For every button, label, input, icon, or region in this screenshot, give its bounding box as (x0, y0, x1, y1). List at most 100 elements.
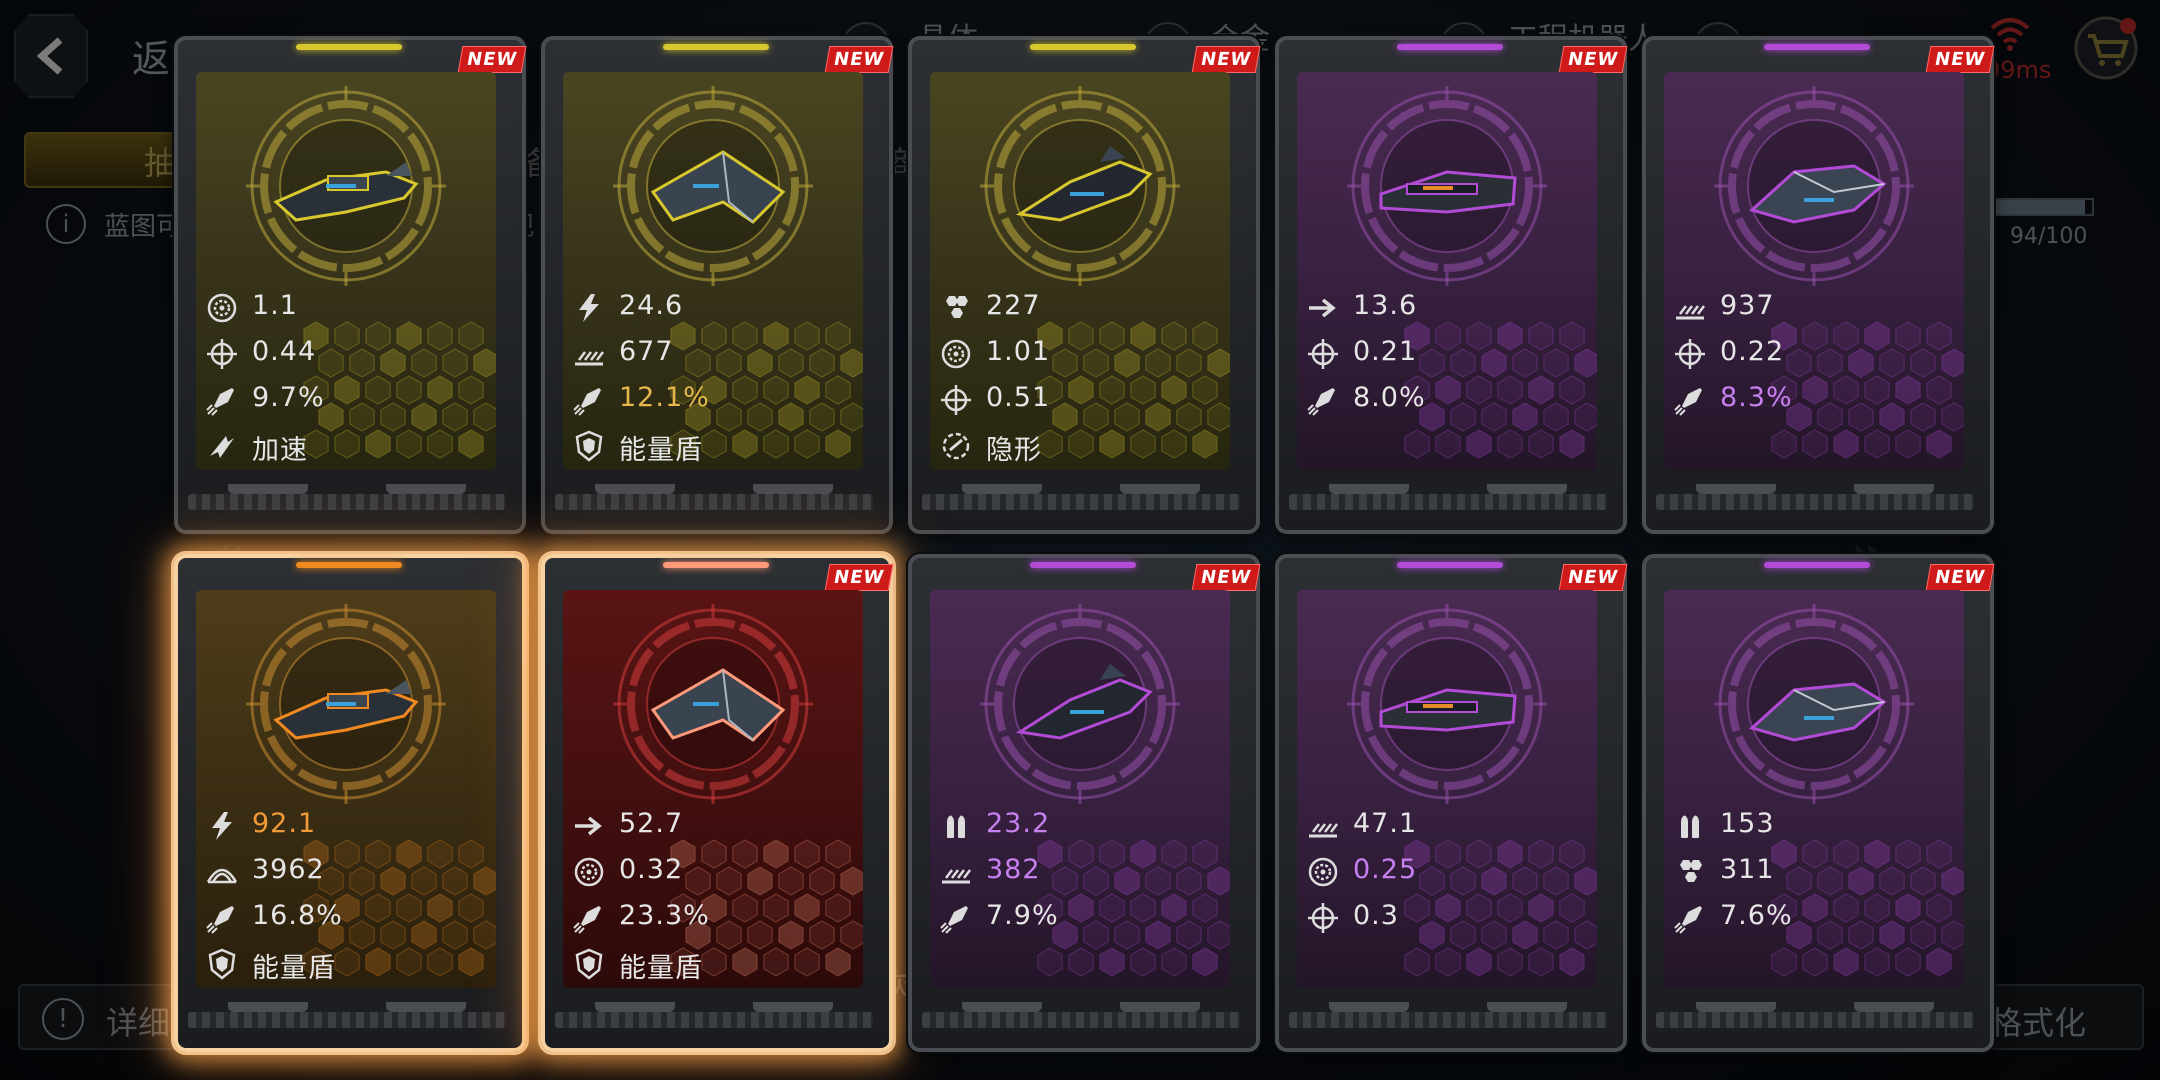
stat-value: 0.51 (986, 382, 1051, 413)
card-panel: 92.1 3962 16.8% 能量盾 (196, 590, 496, 988)
stat-value: 0.32 (619, 854, 684, 885)
stat-row: 9.7% (206, 378, 496, 424)
stat-row: 23.2 (940, 804, 1230, 850)
new-badge: NEW (1191, 564, 1261, 591)
ammo-icon (1674, 810, 1706, 842)
stat-value: 937 (1720, 290, 1775, 321)
card-panel: 24.6 677 12.1% 能量盾 (563, 72, 863, 470)
ship-icon (1748, 682, 1887, 742)
rarity-accent (1397, 44, 1503, 50)
stat-value: 0.22 (1720, 336, 1785, 367)
reward-card[interactable]: NEW 153 311 7.6% (1642, 554, 1995, 1052)
stat-row: 能量盾 (573, 424, 863, 470)
hex-cluster-icon (940, 292, 972, 324)
rarity-accent (663, 44, 769, 50)
card-panel: 52.7 0.32 23.3% 能量盾 (563, 590, 863, 988)
stat-value: 227 (986, 290, 1041, 321)
rarity-accent (1764, 44, 1870, 50)
arrow-right-icon (573, 810, 605, 842)
reward-card[interactable]: NEW 227 1.01 0.51 隐形 (908, 36, 1261, 534)
stat-row: 7.6% (1674, 896, 1964, 942)
stat-value: 加速 (252, 435, 308, 466)
card-footer (1289, 1002, 1607, 1038)
stat-value: 7.9% (986, 900, 1059, 931)
stat-row: 0.3 (1307, 896, 1597, 942)
reward-card[interactable]: NEW 1.1 0.44 9.7% 加速 (174, 36, 527, 534)
new-badge: NEW (457, 46, 527, 73)
ship-icon (650, 668, 786, 742)
stat-row: 12.1% (573, 378, 863, 424)
stat-row: 0.25 (1307, 850, 1597, 896)
stat-value: 382 (986, 854, 1041, 885)
stat-row: 153 (1674, 804, 1964, 850)
stat-value: 能量盾 (252, 953, 336, 984)
lightning-icon (573, 292, 605, 324)
crosshair-icon (1674, 338, 1706, 370)
card-footer (922, 484, 1240, 520)
card-panel: 937 0.22 8.3% (1664, 72, 1964, 470)
barrage-icon (1307, 810, 1339, 842)
new-badge: NEW (1558, 564, 1628, 591)
stat-value: 677 (619, 336, 674, 367)
reward-card[interactable]: NEW 13.6 0.21 8.0% (1275, 36, 1628, 534)
stat-value: 153 (1720, 808, 1775, 839)
stat-list: 227 1.01 0.51 隐形 (940, 286, 1230, 470)
stat-value: 隐形 (986, 435, 1042, 466)
rocket-icon (1674, 902, 1706, 934)
stat-list: 52.7 0.32 23.3% 能量盾 (573, 804, 863, 988)
reward-card[interactable]: NEW 24.6 677 12.1% 能量盾 (541, 36, 894, 534)
stat-value: 24.6 (619, 290, 684, 321)
stat-value: 8.0% (1353, 382, 1426, 413)
card-footer (1656, 484, 1974, 520)
stat-row: 7.9% (940, 896, 1230, 942)
rocket-icon (573, 902, 605, 934)
rocket-icon (573, 384, 605, 416)
stat-row: 3962 (206, 850, 496, 896)
card-panel: 13.6 0.21 8.0% (1297, 72, 1597, 470)
stat-row: 24.6 (573, 286, 863, 332)
crosshair-icon (1307, 338, 1339, 370)
crosshair-icon (1307, 902, 1339, 934)
boost-icon (206, 430, 238, 462)
stat-value: 0.3 (1353, 900, 1399, 931)
barrage-icon (940, 856, 972, 888)
stat-list: 23.2 382 7.9% (940, 804, 1230, 942)
new-badge: NEW (1558, 46, 1628, 73)
reward-card[interactable]: NEW 23.2 382 7.9% (908, 554, 1261, 1052)
new-badge: NEW (824, 564, 894, 591)
rarity-accent (1764, 562, 1870, 568)
reward-card[interactable]: 92.1 3962 16.8% 能量盾 (174, 554, 526, 1052)
reward-card[interactable]: NEW 52.7 0.32 23.3% 能量盾 (541, 554, 894, 1052)
reward-card[interactable]: NEW 937 0.22 8.3% (1642, 36, 1995, 534)
card-footer (188, 484, 506, 520)
stat-row: 52.7 (573, 804, 863, 850)
ship-icon (273, 162, 419, 222)
stat-value: 0.44 (252, 336, 317, 367)
stat-value: 13.6 (1353, 290, 1418, 321)
stat-value: 1.01 (986, 336, 1051, 367)
radial-target-icon (940, 338, 972, 370)
stat-row: 0.21 (1307, 332, 1597, 378)
card-panel: 47.1 0.25 0.3 (1297, 590, 1597, 988)
hex-cluster-icon (1674, 856, 1706, 888)
card-panel: 1.1 0.44 9.7% 加速 (196, 72, 496, 470)
ship-icon (650, 150, 786, 224)
barrage-icon (573, 338, 605, 370)
stat-value: 0.21 (1353, 336, 1418, 367)
stat-value: 16.8% (252, 900, 343, 931)
new-badge: NEW (1925, 564, 1995, 591)
card-panel: 227 1.01 0.51 隐形 (930, 72, 1230, 470)
ship-icon (1379, 688, 1517, 732)
reward-card[interactable]: NEW 47.1 0.25 0.3 (1275, 554, 1628, 1052)
stat-value: 9.7% (252, 382, 325, 413)
stat-row: 677 (573, 332, 863, 378)
stat-row: 1.01 (940, 332, 1230, 378)
card-footer (922, 1002, 1240, 1038)
stat-value: 311 (1720, 854, 1775, 885)
stat-value: 1.1 (252, 290, 298, 321)
stat-list: 1.1 0.44 9.7% 加速 (206, 286, 496, 470)
arrow-right-icon (1307, 292, 1339, 324)
stat-row: 能量盾 (573, 942, 863, 988)
stat-row: 8.3% (1674, 378, 1964, 424)
ship-icon (1015, 146, 1153, 222)
